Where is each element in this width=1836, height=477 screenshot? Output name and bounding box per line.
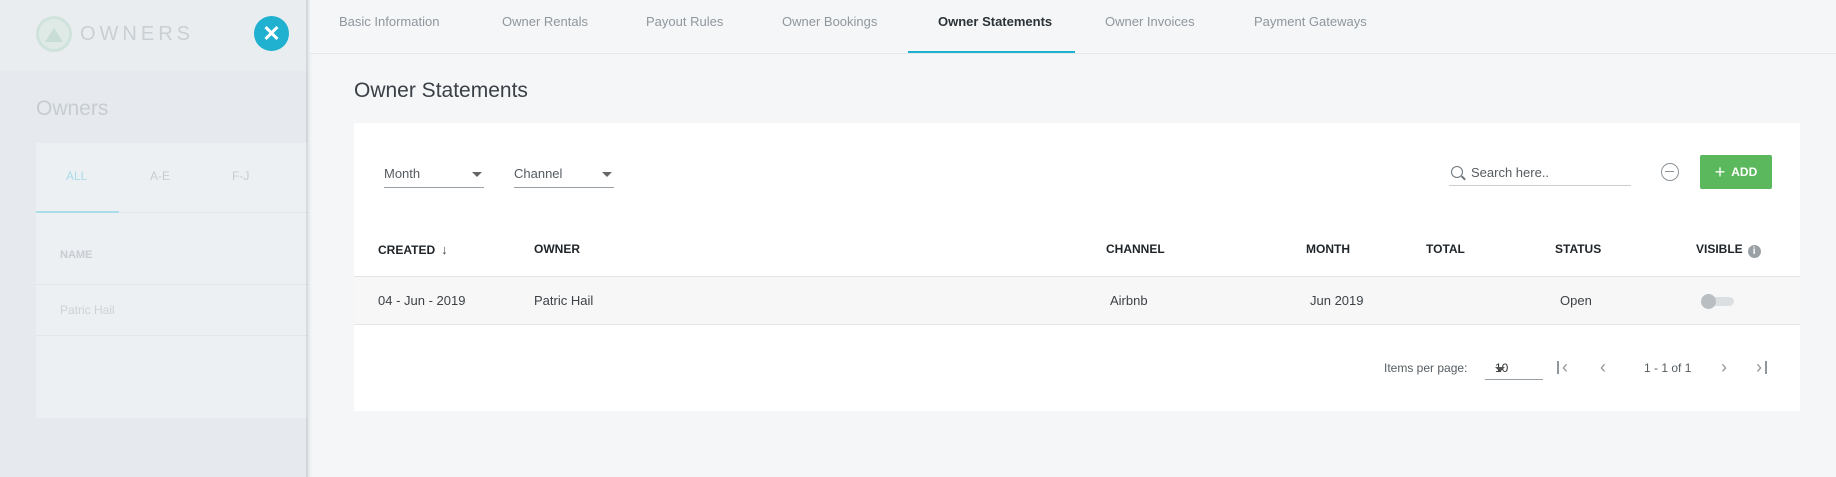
column-header-visible: VISIBLE i <box>1696 242 1761 258</box>
chevron-down-icon <box>602 172 612 177</box>
active-tab-indicator <box>908 51 1075 53</box>
tab-owner-invoices[interactable]: Owner Invoices <box>1105 14 1195 29</box>
toggle-thumb <box>1701 294 1716 309</box>
first-page-button[interactable]: ‹ <box>1554 356 1576 378</box>
close-icon: ✕ <box>262 20 281 46</box>
search-field <box>1449 159 1631 186</box>
owners-list-card: ALL A-E F-J NAME Patric Hail <box>36 143 308 418</box>
logo-text: OWNERS <box>80 22 194 45</box>
next-page-button[interactable]: › <box>1713 356 1735 378</box>
cell-owner: Patric Hail <box>534 293 594 308</box>
column-header-created[interactable]: CREATED ↓ <box>378 242 448 257</box>
divider <box>36 284 308 285</box>
cell-channel: Airbnb <box>1110 293 1148 308</box>
search-input[interactable] <box>1471 162 1627 182</box>
tab-a-e[interactable]: A-E <box>150 169 170 183</box>
tab-owner-statements[interactable]: Owner Statements <box>938 14 1052 29</box>
cell-month: Jun 2019 <box>1310 293 1364 308</box>
tab-payout-rules[interactable]: Payout Rules <box>646 14 723 29</box>
add-button-label: ADD <box>1731 165 1758 179</box>
chevron-down-icon <box>1495 367 1505 372</box>
column-header-total: TOTAL <box>1426 242 1465 256</box>
active-tab-indicator <box>36 211 119 213</box>
last-page-icon: › <box>1756 357 1762 377</box>
cell-created: 04 - Jun - 2019 <box>378 293 466 308</box>
owner-list-item[interactable]: Patric Hail <box>60 303 115 317</box>
tab-basic-information[interactable]: Basic Information <box>339 14 439 29</box>
owner-tabs-bar: Basic Information Owner Rentals Payout R… <box>310 0 1836 54</box>
column-header-channel: CHANNEL <box>1106 242 1165 256</box>
name-column-header: NAME <box>60 249 93 261</box>
alphabet-tabs: ALL A-E F-J <box>36 143 308 213</box>
previous-page-button[interactable]: ‹ <box>1592 356 1614 378</box>
column-header-status: STATUS <box>1555 242 1602 256</box>
channel-select[interactable]: Channel <box>514 166 614 188</box>
owners-list-panel: OWNERS ✕ Owners ALL A-E F-J NAME Patric … <box>0 0 308 477</box>
add-button[interactable]: + ADD <box>1700 155 1772 189</box>
chevron-left-icon: ‹ <box>1600 357 1606 377</box>
owners-title: Owners <box>36 97 109 120</box>
cell-status: Open <box>1560 293 1592 308</box>
chevron-down-icon <box>472 172 482 177</box>
items-per-page-select[interactable]: 10 <box>1485 358 1543 380</box>
tab-owner-bookings[interactable]: Owner Bookings <box>782 14 877 29</box>
tab-all[interactable]: ALL <box>66 169 87 183</box>
close-button[interactable]: ✕ <box>254 16 289 51</box>
page-range: 1 - 1 of 1 <box>1644 361 1692 375</box>
column-header-visible-label: VISIBLE <box>1696 242 1743 256</box>
info-icon[interactable]: i <box>1747 245 1761 258</box>
page-title: Owner Statements <box>354 79 528 102</box>
column-header-owner: OWNER <box>534 242 580 256</box>
tab-owner-rentals[interactable]: Owner Rentals <box>502 14 588 29</box>
logo: OWNERS <box>36 16 194 52</box>
plus-icon: + <box>1714 162 1726 182</box>
visible-toggle[interactable] <box>1701 294 1735 309</box>
arrow-down-icon: ↓ <box>441 242 448 257</box>
divider <box>36 335 308 336</box>
panel-shadow <box>306 0 312 477</box>
table-row[interactable]: 04 - Jun - 2019 Patric Hail Airbnb Jun 2… <box>354 277 1800 325</box>
channel-select-label: Channel <box>514 166 563 181</box>
last-page-button[interactable]: › <box>1748 356 1770 378</box>
tab-payment-gateways[interactable]: Payment Gateways <box>1254 14 1367 29</box>
left-panel-header: OWNERS ✕ <box>0 0 308 71</box>
statements-card: Month Channel + ADD CREATED ↓ OWNER CHANN… <box>354 123 1800 411</box>
month-select-label: Month <box>384 166 421 181</box>
first-page-icon: ‹ <box>1562 357 1568 377</box>
chevron-right-icon: › <box>1721 357 1727 377</box>
month-select[interactable]: Month <box>384 166 484 188</box>
remove-button[interactable] <box>1661 163 1679 181</box>
tab-f-j[interactable]: F-J <box>232 169 249 183</box>
items-per-page-label: Items per page: <box>1384 361 1468 375</box>
mountain-logo-icon <box>36 16 72 52</box>
column-header-created-label: CREATED <box>378 243 436 257</box>
search-icon <box>1451 166 1463 178</box>
column-header-month: MONTH <box>1306 242 1350 256</box>
